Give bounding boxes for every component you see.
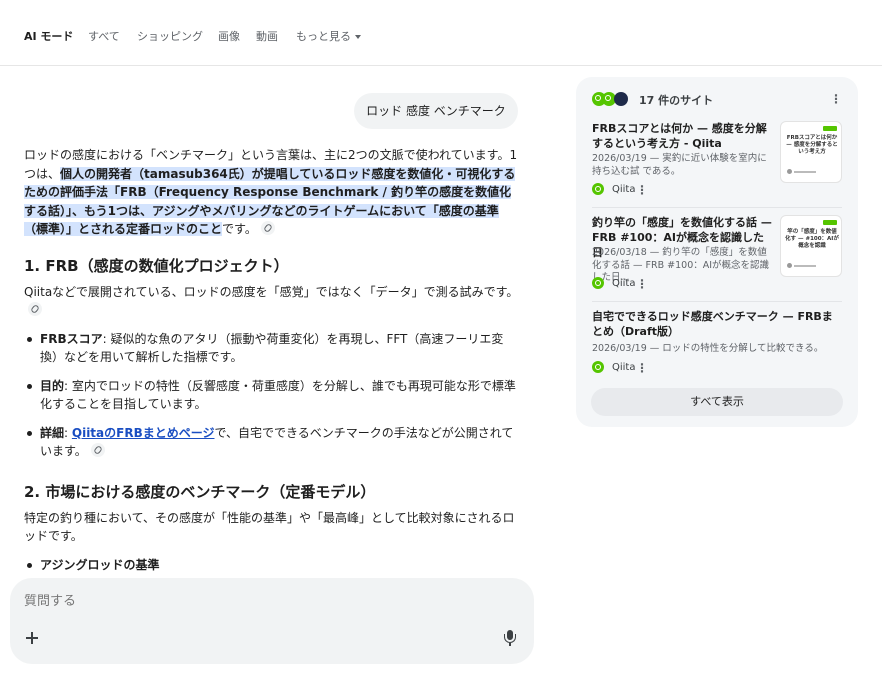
- sources-count: 17 件のサイト: [639, 94, 714, 107]
- tab-more[interactable]: もっと見る: [296, 28, 361, 44]
- source-card-source: Qiita ⋮: [592, 183, 672, 197]
- tab-all[interactable]: すべて: [88, 28, 120, 44]
- source-card-snippet: 2026/03/19 — 実釣に近い体験を室内に持ち込む試 である。: [592, 153, 767, 177]
- source-name: Qiita: [612, 278, 636, 289]
- caret-down-icon: [355, 35, 361, 39]
- bullet-term: 詳細: [40, 425, 65, 440]
- source-card[interactable]: 自宅でできるロッド感度ベンチマーク — FRBまとめ（Draft版） 2026/…: [592, 309, 842, 375]
- show-all-button[interactable]: すべて表示: [591, 388, 843, 416]
- thumb-text: 竿の「感度」を数値化す — #100：AIが概念を認識: [785, 229, 839, 249]
- author-avatar-icon: [787, 263, 792, 268]
- intro-paragraph: ロッドの感度における「ベンチマーク」という言葉は、主に2つの文脈で使われています…: [24, 146, 520, 239]
- more-options-icon[interactable]: ⋮: [636, 277, 648, 291]
- section-heading-frb: 1. FRB（感度の数値化プロジェクト）: [24, 256, 289, 275]
- sources-header: 17 件のサイト ⋮: [592, 91, 842, 107]
- source-card[interactable]: FRBスコアとは何か — 感度を分解するという考え方 - Qiita 2026/…: [592, 121, 842, 199]
- bullet-term: FRBスコア: [40, 331, 103, 346]
- bullet-term: アジングロッドの基準: [40, 557, 160, 572]
- link-icon[interactable]: [28, 302, 42, 316]
- source-card-snippet: 2026/03/19 — ロッドの特性を分解して比較できる。: [592, 343, 824, 354]
- divider: [592, 301, 842, 302]
- ai-answer: ロッドの感度における「ベンチマーク」という言葉は、主に2つの文脈で使われています…: [24, 146, 520, 574]
- source-thumbnail[interactable]: 竿の「感度」を数値化す — #100：AIが概念を認識: [780, 215, 842, 277]
- qiita-favicon: [592, 277, 604, 289]
- sources-panel: 17 件のサイト ⋮ FRBスコアとは何か — 感度を分解するという考え方 - …: [576, 77, 858, 427]
- site-favicon: [614, 92, 628, 106]
- section-desc-market: 特定の釣り種において、その感度が「性能の基準」や「最高峰」として比較対象にされる…: [24, 510, 515, 544]
- qiita-favicon: [592, 361, 604, 373]
- source-thumbnail[interactable]: FRBスコアとは何か — 感度を分解するという考え方: [780, 121, 842, 183]
- section-desc-frb-text: Qiitaなどで展開されている、ロッドの感度を「感覚」ではなく「データ」で測る試…: [24, 284, 519, 299]
- thumb-tag: [823, 126, 837, 131]
- author-line: [794, 265, 816, 267]
- link-icon[interactable]: [260, 221, 275, 235]
- more-options-icon[interactable]: ⋮: [636, 361, 648, 375]
- user-query-bubble: ロッド 感度 ベンチマーク: [354, 93, 518, 129]
- source-card[interactable]: 釣り竿の「感度」を数値化する話 — FRB #100：AIが概念を認識した日 2…: [592, 215, 842, 293]
- source-name: Qiita: [612, 362, 636, 373]
- ask-input[interactable]: [24, 594, 424, 609]
- section-heading-market: 2. 市場における感度のベンチマーク（定番モデル）: [24, 482, 376, 501]
- divider: [592, 207, 842, 208]
- source-card-source: Qiita ⋮: [592, 277, 672, 291]
- bullet-text: : 疑似的な魚のアタリ（振動や荷重変化）を再現し、FFT（高速フーリエ変換）など…: [40, 331, 504, 365]
- section-desc-frb: Qiitaなどで展開されている、ロッドの感度を「感覚」ではなく「データ」で測る試…: [24, 283, 520, 320]
- list-item: アジングロッドの基準: [24, 556, 520, 575]
- bullet-term: 目的: [40, 378, 65, 393]
- intro-text-2: です。: [222, 222, 257, 236]
- source-name: Qiita: [612, 184, 636, 195]
- source-card-title[interactable]: 自宅でできるロッド感度ベンチマーク — FRBまとめ（Draft版）: [592, 309, 842, 339]
- list-item: 詳細: QiitaのFRBまとめページで、自宅でできるベンチマークの手法などが公…: [24, 424, 520, 461]
- list-item: FRBスコア: 疑似的な魚のアタリ（振動や荷重変化）を再現し、FFT（高速フーリ…: [24, 330, 520, 367]
- ask-input-box[interactable]: [10, 578, 534, 664]
- thumb-tag: [823, 220, 837, 225]
- list-item: 目的: 室内でロッドの特性（反響感度・荷重感度）を分解し、誰でも再現可能な形で標…: [24, 377, 520, 414]
- qiita-favicon: [592, 183, 604, 195]
- source-card-source: Qiita ⋮: [592, 361, 672, 375]
- more-options-icon[interactable]: ⋮: [636, 183, 648, 197]
- plus-icon[interactable]: [22, 628, 42, 648]
- source-card-title[interactable]: FRBスコアとは何か — 感度を分解するという考え方 - Qiita: [592, 121, 772, 151]
- mic-icon[interactable]: [500, 628, 520, 648]
- tab-videos[interactable]: 動画: [256, 28, 278, 44]
- tab-shopping[interactable]: ショッピング: [137, 28, 203, 44]
- qiita-frb-link[interactable]: QiitaのFRBまとめページ: [72, 426, 215, 440]
- more-options-icon[interactable]: ⋮: [830, 92, 842, 106]
- thumb-text: FRBスコアとは何か — 感度を分解するという考え方: [786, 135, 838, 155]
- market-bullet-list: アジングロッドの基準: [24, 556, 520, 575]
- frb-bullet-list: FRBスコア: 疑似的な魚のアタリ（振動や荷重変化）を再現し、FFT（高速フーリ…: [24, 330, 520, 461]
- author-line: [794, 171, 816, 173]
- link-icon[interactable]: [90, 443, 105, 457]
- bullet-text: : 室内でロッドの特性（反響感度・荷重感度）を分解し、誰でも再現可能な形で標準化…: [40, 378, 516, 412]
- top-nav: AI モード すべて ショッピング 画像 動画 もっと見る: [0, 0, 882, 66]
- tab-images[interactable]: 画像: [218, 28, 240, 44]
- tab-ai-mode[interactable]: AI モード: [24, 28, 73, 44]
- tab-more-label: もっと見る: [296, 30, 351, 43]
- author-avatar-icon: [787, 169, 792, 174]
